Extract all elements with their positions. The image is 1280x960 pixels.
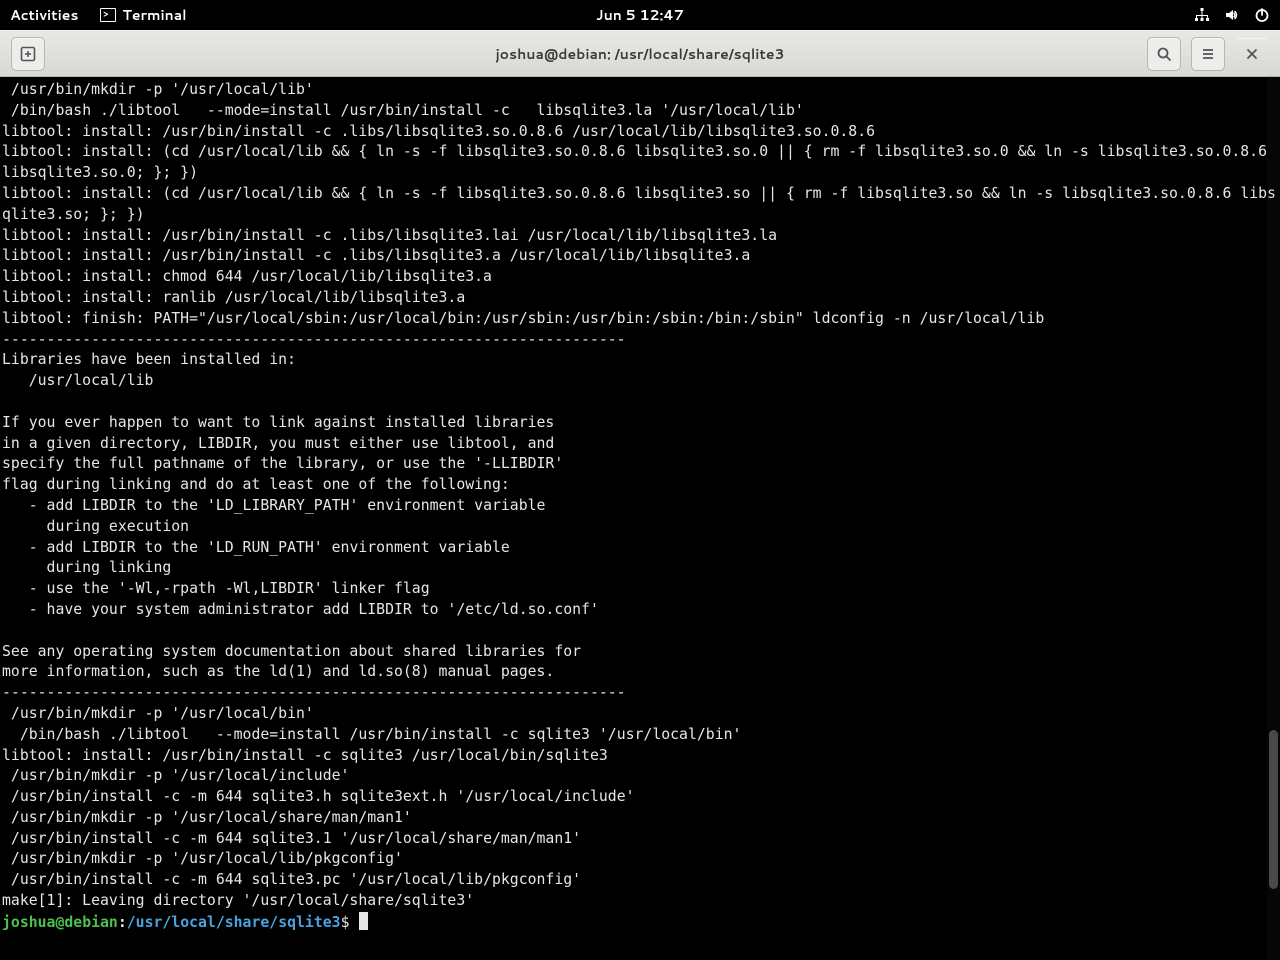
shell-prompt: joshua@debian:/usr/local/share/sqlite3$ <box>2 914 368 931</box>
prompt-host: debian <box>64 914 117 931</box>
cursor <box>359 912 368 930</box>
terminal-icon <box>100 8 116 22</box>
terminal-viewport[interactable]: /usr/bin/mkdir -p '/usr/local/lib' /bin/… <box>0 77 1280 960</box>
active-app-label: Terminal <box>122 5 186 25</box>
vertical-scrollbar[interactable] <box>1267 75 1280 960</box>
prompt-colon: : <box>118 914 127 931</box>
close-window-button[interactable] <box>1235 37 1269 71</box>
activities-button[interactable]: Activities <box>10 5 78 25</box>
desktop-top-bar: Activities Terminal Jun 5 12:47 <box>0 0 1280 30</box>
network-icon[interactable] <box>1194 7 1210 23</box>
volume-icon[interactable] <box>1224 7 1240 23</box>
new-tab-button[interactable] <box>11 37 45 71</box>
power-icon[interactable] <box>1254 7 1270 23</box>
scrollbar-thumb[interactable] <box>1269 730 1278 889</box>
prompt-suffix: $ <box>341 914 359 931</box>
clock[interactable]: Jun 5 12:47 <box>596 5 684 25</box>
hamburger-menu-button[interactable] <box>1191 37 1225 71</box>
window-title: joshua@debian: /usr/local/share/sqlite3 <box>496 44 785 64</box>
prompt-path: /usr/local/share/sqlite3 <box>127 914 341 931</box>
terminal-output: /usr/bin/mkdir -p '/usr/local/lib' /bin/… <box>2 81 1276 909</box>
prompt-user: joshua <box>2 914 55 931</box>
search-button[interactable] <box>1147 37 1181 71</box>
terminal-headerbar: joshua@debian: /usr/local/share/sqlite3 <box>0 30 1280 77</box>
active-app-indicator[interactable]: Terminal <box>100 5 186 25</box>
